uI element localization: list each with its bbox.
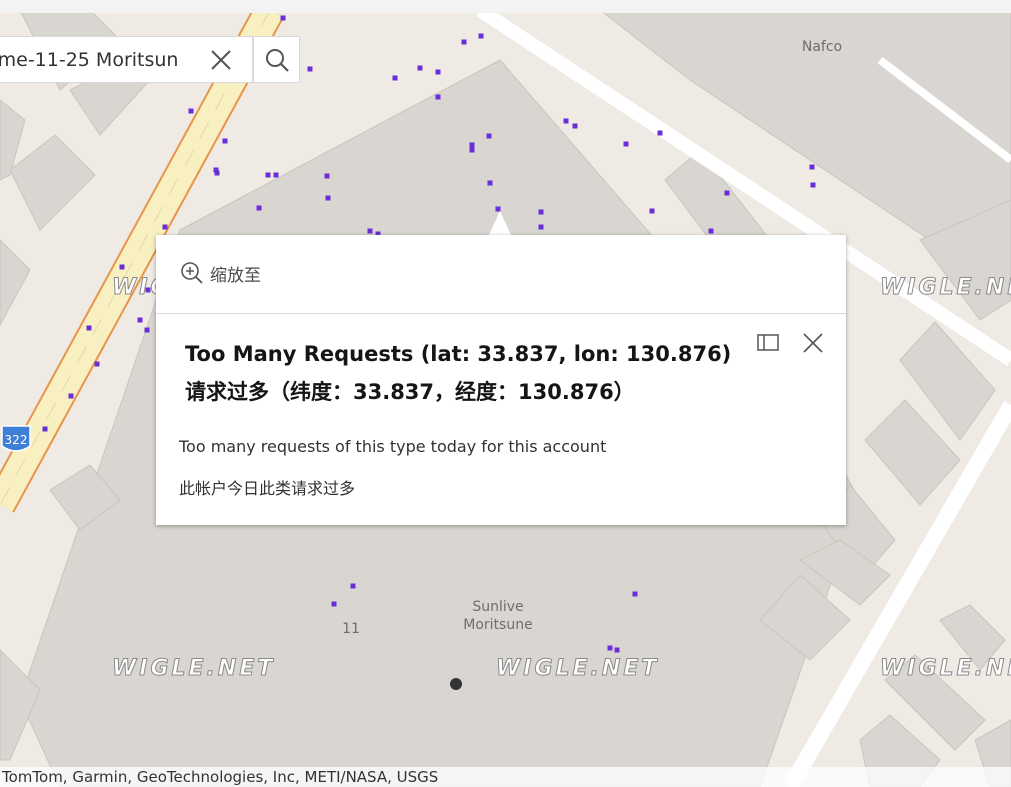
popup-pointer [489,211,511,235]
hotspot-marker[interactable] [649,208,655,214]
watermark: WIGLE.NET [112,656,275,681]
hotspot-marker[interactable] [256,205,262,211]
popup-message-zh: 此帐户今日此类请求过多 [179,479,356,498]
hotspot-marker[interactable] [538,209,544,215]
hotspot-marker[interactable] [435,69,441,75]
hotspot-marker[interactable] [461,39,467,45]
hotspot-marker[interactable] [478,33,484,39]
hotspot-marker[interactable] [325,195,331,201]
route-number: 322 [5,433,28,447]
popup-title-en: Too Many Requests (lat: 33.837, lon: 130… [185,342,732,366]
hotspot-marker[interactable] [86,325,92,331]
search-box[interactable]: ome-11-25 Moritsun [0,36,253,83]
hotspot-marker[interactable] [324,173,330,179]
hotspot-marker[interactable] [162,224,168,230]
watermark: WIGLE.NET [880,275,1011,300]
hotspot-marker[interactable] [350,583,356,589]
popup-divider [156,313,846,314]
hotspot-marker[interactable] [469,147,475,153]
hotspot-marker[interactable] [486,133,492,139]
popup-title: Too Many Requests (lat: 33.837, lon: 130… [185,335,745,411]
zoom-to-button[interactable]: 缩放至 [180,260,261,286]
zoom-to-label: 缩放至 [210,265,261,286]
hotspot-marker[interactable] [572,123,578,129]
place-label-moritsune: Moritsune [463,617,532,633]
hotspot-marker[interactable] [417,65,423,71]
hotspot-marker[interactable] [307,66,313,72]
top-strip [0,0,1011,13]
map-attribution: TomTom, Garmin, GeoTechnologies, Inc, ME… [0,767,1011,787]
hotspot-marker[interactable] [273,172,279,178]
place-label-sunlive: Sunlive [472,599,523,615]
hotspot-marker[interactable] [724,190,730,196]
hotspot-marker[interactable] [222,138,228,144]
location-marker [450,678,462,690]
hotspot-marker[interactable] [708,228,714,234]
hotspot-marker[interactable] [367,228,373,234]
hotspot-marker[interactable] [68,393,74,399]
popup-message-en: Too many requests of this type today for… [179,437,607,456]
hotspot-marker[interactable] [331,601,337,607]
hotspot-marker[interactable] [810,182,816,188]
route-shield-322: 322 [1,425,31,452]
hotspot-marker[interactable] [657,130,663,136]
hotspot-marker[interactable] [137,317,143,323]
hotspot-marker[interactable] [188,108,194,114]
hotspot-marker[interactable] [563,118,569,124]
error-popup: 缩放至 Too Many Requests (lat: 33.837, lon:… [156,235,846,525]
zoom-in-icon [181,262,203,284]
search-icon [266,49,289,72]
hotspot-marker[interactable] [280,15,286,21]
dock-popup-button[interactable] [756,331,780,355]
hotspot-marker[interactable] [265,172,271,178]
dock-icon [757,334,779,351]
close-popup-button[interactable] [801,331,825,355]
hotspot-marker[interactable] [214,170,220,176]
hotspot-marker[interactable] [538,224,544,230]
popup-title-zh: 请求过多（纬度：33.837，经度：130.876） [185,380,635,404]
hotspot-marker[interactable] [392,75,398,81]
hotspot-marker[interactable] [119,264,125,270]
hotspot-marker[interactable] [632,591,638,597]
hotspot-marker[interactable] [614,647,620,653]
hotspot-marker[interactable] [487,180,493,186]
search-button[interactable] [253,36,300,83]
hotspot-marker[interactable] [469,142,475,148]
watermark: WIGLE.NET [880,656,1011,681]
attribution-text: TomTom, Garmin, GeoTechnologies, Inc, ME… [2,768,439,786]
clear-search-button[interactable] [206,45,236,75]
hotspot-marker[interactable] [94,361,100,367]
place-label-nafco: Nafco [802,39,842,55]
watermark: WIGLE.NET [496,656,659,681]
close-icon [803,333,823,353]
hotspot-marker[interactable] [144,327,150,333]
hotspot-marker[interactable] [623,141,629,147]
hotspot-marker[interactable] [607,645,613,651]
search-input[interactable]: ome-11-25 Moritsun [0,49,178,71]
hotspot-marker[interactable] [809,164,815,170]
hotspot-marker[interactable] [42,426,48,432]
close-icon [211,50,231,70]
block-number-label: 11 [342,621,360,637]
hotspot-marker[interactable] [435,94,441,100]
